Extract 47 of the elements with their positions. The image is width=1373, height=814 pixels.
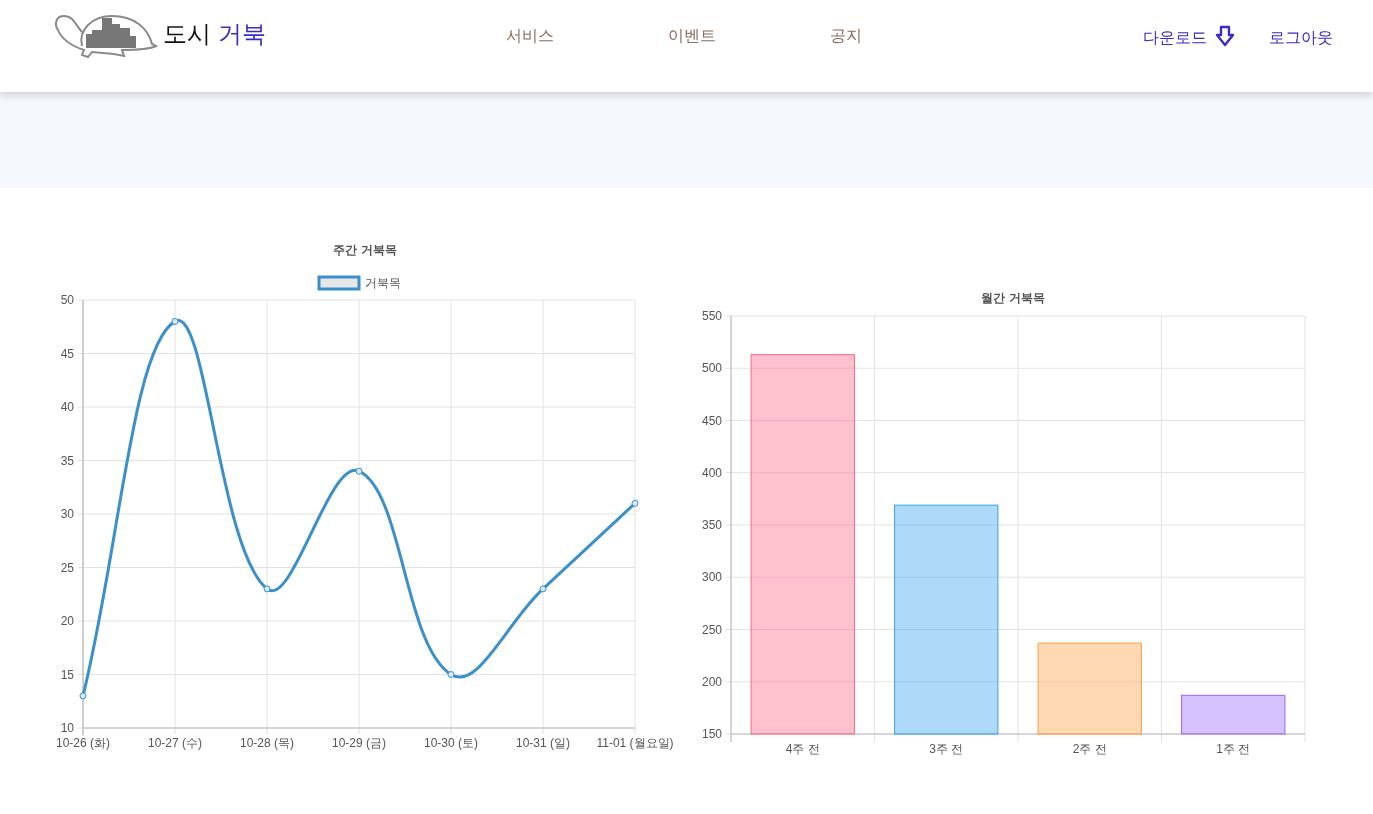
nav-link[interactable]: 공지 [830,26,862,47]
y-axis-label: 400 [701,465,722,480]
x-axis-label: 10-31 (일) [516,736,570,750]
x-axis-label: 10-27 (수) [148,736,202,750]
y-axis-label: 450 [701,413,722,428]
chart-title: 월간 거북목 [981,291,1045,305]
logout-link[interactable]: 로그아웃 [1269,28,1333,49]
y-axis-label: 50 [60,293,74,307]
chart-title: 주간 거북목 [333,243,397,257]
x-axis-label: 2주 전 [1072,742,1107,756]
nav-link[interactable]: 이벤트 [668,26,716,47]
legend-swatch[interactable] [317,275,361,291]
data-point [539,585,547,593]
y-axis-label: 15 [60,667,74,682]
data-point [355,467,363,475]
x-axis-label: 10-28 (목) [240,736,294,750]
y-axis-label: 200 [701,674,722,689]
data-point [79,692,87,700]
y-axis-label: 500 [701,361,722,376]
y-axis-label: 250 [701,622,722,637]
x-axis-label: 3주 전 [929,742,964,756]
y-axis-label: 20 [60,614,74,628]
y-axis-label: 25 [60,560,74,575]
down-arrow-icon[interactable] [1215,24,1235,47]
x-axis-label: 10-29 (금) [332,736,386,750]
y-axis-label: 45 [60,346,74,361]
x-axis-label: 11-01 (월요일) [596,736,674,750]
x-axis-label: 4주 전 [785,742,820,756]
x-axis-label: 10-30 (토) [424,736,478,750]
nav-link[interactable]: 서비스 [506,26,554,47]
y-axis-label: 150 [701,727,722,741]
download-link[interactable]: 다운로드 [1143,28,1207,49]
y-axis-label: 550 [701,309,722,323]
data-point [263,585,271,593]
legend-label[interactable]: 거북목 [365,276,401,290]
brand-name[interactable]: 도시 거북 [163,10,266,50]
y-axis-label: 350 [701,518,722,532]
y-axis-label: 10 [60,721,74,735]
x-axis-label: 1주 전 [1216,742,1251,756]
x-axis-label: 10-26 (화) [56,736,110,750]
data-point [631,499,639,507]
y-axis-label: 40 [60,400,74,414]
data-point [171,317,179,325]
data-point [447,671,455,678]
y-axis-label: 35 [60,453,74,468]
y-axis-label: 300 [701,570,722,585]
y-axis-label: 30 [60,507,74,521]
